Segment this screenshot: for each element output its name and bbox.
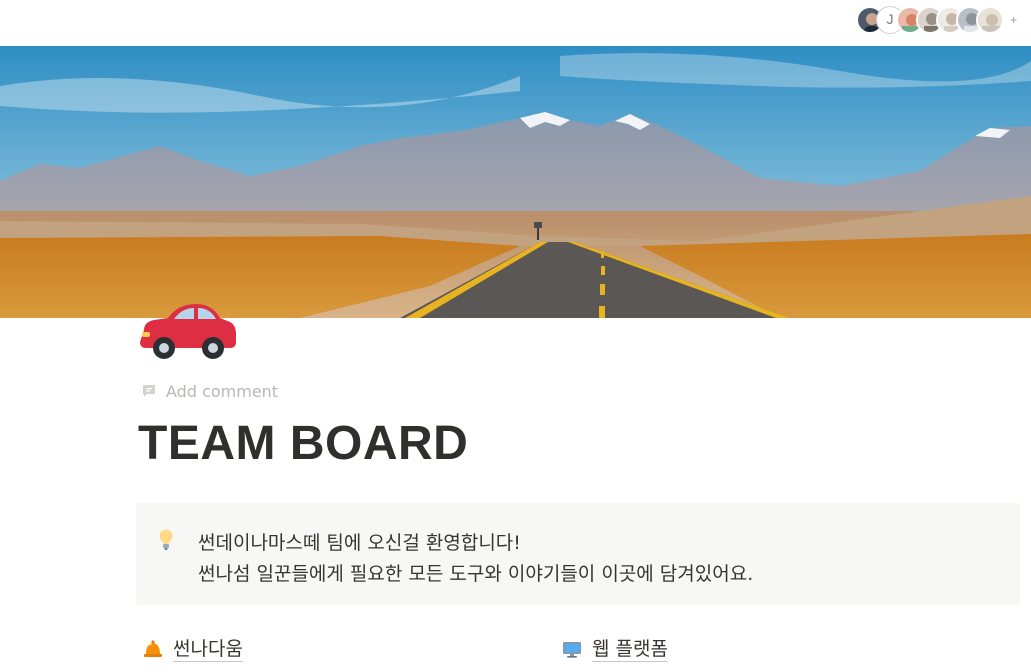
callout-text-line-1: 썬데이나마스떼 팀에 오신걸 환영합니다!: [198, 532, 521, 554]
top-bar: J +: [0, 0, 1031, 46]
add-collaborator-button[interactable]: +: [1010, 13, 1017, 27]
computer-icon: [563, 642, 581, 658]
page-link-sunnadaum[interactable]: 썬나다움: [142, 634, 243, 664]
page-link-label: 웹 플랫폼: [592, 637, 668, 662]
cover-image[interactable]: [0, 46, 1031, 318]
callout-block[interactable]: 썬데이나마스떼 팀에 오신걸 환영합니다! 썬나섬 일꾼들에게 필요한 모든 도…: [136, 503, 1020, 605]
page-link-label: 썬나다움: [173, 637, 243, 662]
comment-icon: [143, 385, 155, 397]
red-car-emoji-icon[interactable]: [138, 300, 238, 362]
add-comment-label: Add comment: [166, 381, 279, 401]
collaborator-avatars[interactable]: J +: [855, 5, 1017, 35]
page-link-web-platform[interactable]: 웹 플랫폼: [561, 634, 668, 664]
callout-text-line-2: 썬나섬 일꾼들에게 필요한 모든 도구와 이야기들이 이곳에 담겨있어요.: [198, 563, 754, 585]
avatar-photo-6[interactable]: [975, 6, 1004, 34]
light-bulb-icon: [159, 529, 173, 550]
bell-icon: [144, 640, 162, 657]
page-title[interactable]: TEAM BOARD: [138, 413, 468, 475]
add-comment-button[interactable]: Add comment: [141, 380, 278, 402]
